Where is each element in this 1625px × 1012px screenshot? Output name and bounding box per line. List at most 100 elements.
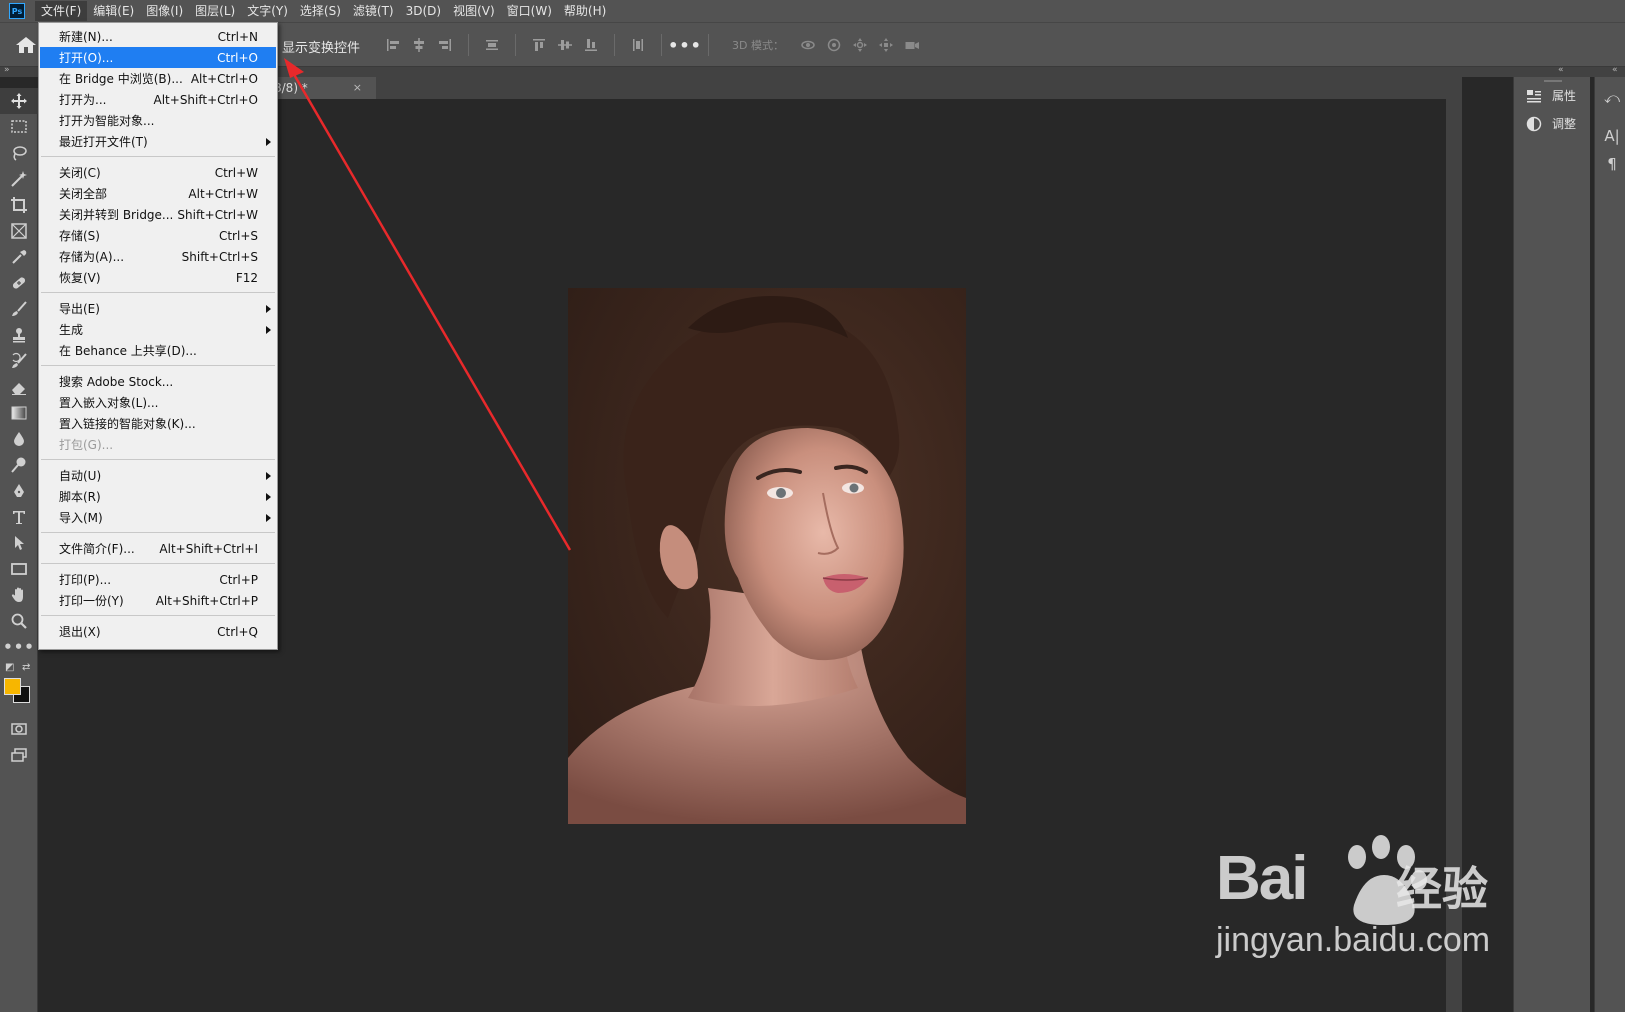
- document-tab[interactable]: 8/8) * ×: [268, 77, 376, 99]
- rectangle-tool[interactable]: [0, 556, 38, 582]
- paragraph-panel-icon[interactable]: ¶: [1602, 155, 1622, 175]
- roll-3d-icon[interactable]: [826, 34, 842, 56]
- panel-grip[interactable]: [1544, 80, 1562, 82]
- menu-select[interactable]: 选择(S): [294, 1, 347, 21]
- menu-layer[interactable]: 图层(L): [189, 1, 241, 21]
- close-icon[interactable]: ×: [353, 77, 362, 99]
- menu-3d[interactable]: 3D(D): [400, 1, 447, 21]
- menu-file[interactable]: 文件(F): [35, 1, 88, 21]
- align-left-icon[interactable]: [385, 34, 401, 56]
- eraser-tool[interactable]: [0, 374, 38, 400]
- adjustments-panel-tab[interactable]: 调整: [1526, 115, 1576, 132]
- move-tool[interactable]: [0, 88, 38, 114]
- file-menu-item[interactable]: 关闭并转到 Bridge... Shift+Ctrl+W: [40, 204, 276, 225]
- camera-3d-icon[interactable]: [904, 34, 920, 56]
- menu-item-shortcut: Shift+Ctrl+W: [177, 207, 258, 222]
- file-menu-item[interactable]: 自动(U): [40, 465, 276, 486]
- menu-item-label: 置入链接的智能对象(K)...: [59, 417, 196, 431]
- lasso-tool[interactable]: [0, 140, 38, 166]
- file-menu-item[interactable]: 恢复(V) F12: [40, 267, 276, 288]
- file-menu-item[interactable]: 置入链接的智能对象(K)...: [40, 413, 276, 434]
- separator: [708, 34, 709, 56]
- file-menu-item[interactable]: 搜索 Adobe Stock...: [40, 371, 276, 392]
- magic-wand-tool[interactable]: [0, 166, 38, 192]
- file-menu-item[interactable]: 打开为智能对象...: [40, 110, 276, 131]
- file-menu-item[interactable]: 打印(P)... Ctrl+P: [40, 569, 276, 590]
- align-right-icon[interactable]: [437, 34, 453, 56]
- home-icon[interactable]: [14, 35, 38, 55]
- history-brush-tool[interactable]: [0, 348, 38, 374]
- photoshop-window: Ps 文件(F) 编辑(E) 图像(I) 图层(L) 文字(Y) 选择(S) 滤…: [0, 0, 1625, 1012]
- file-menu-item[interactable]: 导入(M): [40, 507, 276, 528]
- menu-item-label: 打开为...: [59, 93, 107, 107]
- character-panel-icon[interactable]: A|: [1602, 127, 1622, 147]
- menu-filter[interactable]: 滤镜(T): [347, 1, 400, 21]
- properties-panel-tab[interactable]: 属性: [1526, 87, 1576, 104]
- eyedropper-tool[interactable]: [0, 244, 38, 270]
- pan-3d-icon[interactable]: [852, 34, 868, 56]
- type-tool[interactable]: [0, 504, 38, 530]
- gradient-tool[interactable]: [0, 400, 38, 426]
- zoom-tool[interactable]: [0, 608, 38, 634]
- menu-view[interactable]: 视图(V): [447, 1, 501, 21]
- quick-mask-icon: [11, 723, 27, 735]
- file-menu-item[interactable]: 在 Bridge 中浏览(B)... Alt+Ctrl+O: [40, 68, 276, 89]
- quick-mask-button[interactable]: [0, 716, 38, 742]
- file-menu-item[interactable]: 关闭(C) Ctrl+W: [40, 162, 276, 183]
- dodge-tool[interactable]: [0, 452, 38, 478]
- file-menu-item[interactable]: 生成: [40, 319, 276, 340]
- file-menu-item[interactable]: 在 Behance 上共享(D)...: [40, 340, 276, 361]
- screen-mode-button[interactable]: [0, 742, 38, 768]
- more-tools-icon: •••: [3, 638, 35, 656]
- submenu-arrow-icon: [266, 471, 271, 480]
- show-transform-controls-label[interactable]: 显示变换控件: [282, 37, 360, 56]
- file-menu-item[interactable]: 脚本(R): [40, 486, 276, 507]
- align-top-icon[interactable]: [531, 34, 547, 56]
- more-tools[interactable]: •••: [0, 634, 38, 660]
- orbit-3d-icon[interactable]: [800, 34, 816, 56]
- collapse-panel-icon[interactable]: «: [1558, 65, 1564, 75]
- blur-tool[interactable]: [0, 426, 38, 452]
- pen-tool[interactable]: [0, 478, 38, 504]
- file-menu-item[interactable]: 打印一份(Y) Alt+Shift+Ctrl+P: [40, 590, 276, 611]
- file-menu-item[interactable]: 导出(E): [40, 298, 276, 319]
- file-menu-item[interactable]: 新建(N)... Ctrl+N: [40, 26, 276, 47]
- file-menu-item[interactable]: 置入嵌入对象(L)...: [40, 392, 276, 413]
- more-options-icon[interactable]: •••: [668, 34, 701, 56]
- align-vcenter-icon[interactable]: [557, 34, 573, 56]
- menu-image[interactable]: 图像(I): [140, 1, 189, 21]
- expand-toolbar-icon[interactable]: »: [4, 65, 10, 75]
- crop-tool[interactable]: [0, 192, 38, 218]
- menu-help[interactable]: 帮助(H): [558, 1, 612, 21]
- file-menu-item[interactable]: 关闭全部 Alt+Ctrl+W: [40, 183, 276, 204]
- menu-item-label: 导出(E): [59, 302, 100, 316]
- file-menu-item[interactable]: 存储(S) Ctrl+S: [40, 225, 276, 246]
- file-menu-item[interactable]: 存储为(A)... Shift+Ctrl+S: [40, 246, 276, 267]
- foreground-color-swatch[interactable]: [4, 678, 21, 695]
- file-menu-item[interactable]: 退出(X) Ctrl+Q: [40, 621, 276, 642]
- file-menu-item[interactable]: 打开(O)... Ctrl+O: [40, 47, 276, 68]
- hand-tool[interactable]: [0, 582, 38, 608]
- file-menu-item[interactable]: 打开为... Alt+Shift+Ctrl+O: [40, 89, 276, 110]
- properties-icon: [1526, 88, 1542, 104]
- menu-window[interactable]: 窗口(W): [501, 1, 558, 21]
- collapse-panel-icon[interactable]: «: [1612, 65, 1618, 75]
- file-menu-item[interactable]: 文件简介(F)... Alt+Shift+Ctrl+I: [40, 538, 276, 559]
- brush-tool[interactable]: [0, 296, 38, 322]
- swap-colors-icon[interactable]: ⇄: [22, 662, 30, 673]
- default-colors-icon[interactable]: ◩: [5, 662, 14, 673]
- distribute-vertical-icon[interactable]: [484, 34, 500, 56]
- align-hcenter-icon[interactable]: [411, 34, 427, 56]
- menu-edit[interactable]: 编辑(E): [87, 1, 140, 21]
- healing-brush-tool[interactable]: [0, 270, 38, 296]
- history-panel-icon[interactable]: ⤺: [1602, 89, 1622, 109]
- path-selection-tool[interactable]: [0, 530, 38, 556]
- marquee-tool[interactable]: [0, 114, 38, 140]
- clone-stamp-tool[interactable]: [0, 322, 38, 348]
- slide-3d-icon[interactable]: [878, 34, 894, 56]
- file-menu-item[interactable]: 最近打开文件(T): [40, 131, 276, 152]
- frame-tool[interactable]: [0, 218, 38, 244]
- align-bottom-icon[interactable]: [583, 34, 599, 56]
- distribute-horizontal-icon[interactable]: [630, 34, 646, 56]
- menu-type[interactable]: 文字(Y): [241, 1, 294, 21]
